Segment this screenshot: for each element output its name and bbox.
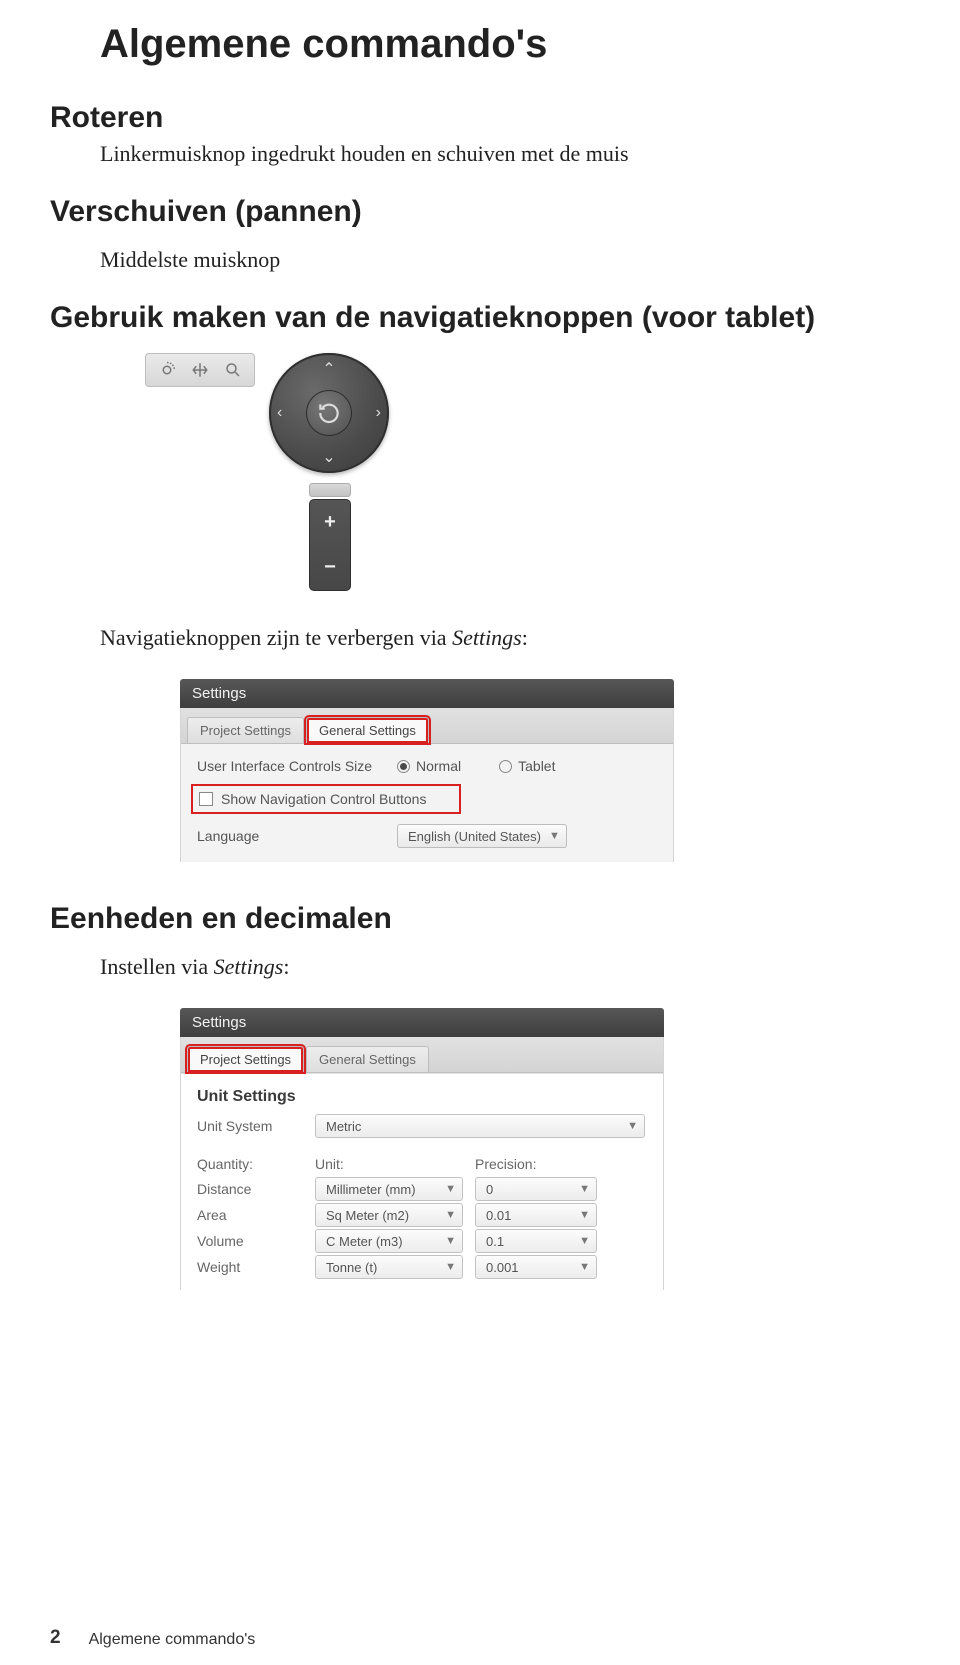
unit-weight-label: Weight bbox=[197, 1259, 315, 1275]
unit-distance-label: Distance bbox=[197, 1181, 315, 1197]
zoom-minus-icon: − bbox=[324, 556, 336, 579]
section-verschuiven-heading: Verschuiven (pannen) bbox=[50, 195, 910, 229]
zoom-slider[interactable]: + − bbox=[309, 499, 351, 591]
unit-system-dropdown[interactable]: Metric▼ bbox=[315, 1114, 645, 1138]
tab-project-settings-2[interactable]: Project Settings bbox=[187, 1046, 304, 1072]
unit-distance-unit-dropdown[interactable]: Millimeter (mm)▼ bbox=[315, 1177, 463, 1201]
ui-controls-size-row: User Interface Controls Size Normal Tabl… bbox=[197, 758, 657, 774]
chevron-down-icon: ▼ bbox=[579, 1235, 590, 1247]
chevron-down-icon: ▼ bbox=[579, 1183, 590, 1195]
settings-panel-title-2: Settings bbox=[180, 1008, 664, 1037]
unit-distance-precision-dropdown[interactable]: 0▼ bbox=[475, 1177, 597, 1201]
unit-row-distance: Distance Millimeter (mm)▼ 0▼ bbox=[181, 1176, 663, 1202]
unit-table-header: Quantity: Unit: Precision: bbox=[181, 1140, 663, 1176]
arrow-down-icon: ⌄ bbox=[322, 447, 335, 467]
unit-weight-unit-dropdown[interactable]: Tonne (t)▼ bbox=[315, 1255, 463, 1279]
col-quantity: Quantity: bbox=[197, 1156, 315, 1172]
col-precision: Precision: bbox=[475, 1156, 536, 1172]
language-row: Language English (United States)▼ bbox=[197, 824, 657, 848]
radio-normal-label: Normal bbox=[416, 758, 461, 774]
col-unit: Unit: bbox=[315, 1156, 475, 1172]
arrow-up-icon: ⌃ bbox=[322, 359, 335, 379]
navigation-controls-illustration: ⌃ ⌄ ‹ › + − bbox=[145, 353, 910, 591]
footer-text: Algemene commando's bbox=[89, 1631, 256, 1649]
show-nav-buttons-row: Show Navigation Control Buttons bbox=[191, 784, 461, 814]
zoom-plus-icon: + bbox=[324, 511, 336, 534]
section-eenheden-text: Instellen via Settings: bbox=[100, 954, 910, 980]
unit-system-label: Unit System bbox=[197, 1118, 315, 1134]
chevron-down-icon: ▼ bbox=[445, 1235, 456, 1247]
unit-weight-precision-dropdown[interactable]: 0.001▼ bbox=[475, 1255, 597, 1279]
unit-system-row: Unit System Metric▼ bbox=[181, 1112, 663, 1140]
settings-tabs-2: Project Settings General Settings bbox=[181, 1037, 663, 1073]
page-title: Algemene commando's bbox=[100, 22, 910, 67]
section-roteren-heading: Roteren bbox=[50, 101, 910, 135]
unit-settings-title: Unit Settings bbox=[181, 1073, 663, 1112]
page-number: 2 bbox=[50, 1627, 61, 1649]
unit-volume-unit-dropdown[interactable]: C Meter (m3)▼ bbox=[315, 1229, 463, 1253]
show-nav-buttons-label: Show Navigation Control Buttons bbox=[221, 791, 426, 807]
settings-panel-units: Settings Project Settings General Settin… bbox=[180, 1008, 910, 1290]
tab-general-settings[interactable]: General Settings bbox=[306, 717, 429, 743]
unit-volume-precision-dropdown[interactable]: 0.1▼ bbox=[475, 1229, 597, 1253]
unit-row-volume: Volume C Meter (m3)▼ 0.1▼ bbox=[181, 1228, 663, 1254]
chevron-down-icon: ▼ bbox=[549, 830, 560, 842]
chevron-down-icon: ▼ bbox=[579, 1261, 590, 1273]
checkbox-show-nav-buttons[interactable] bbox=[199, 792, 213, 806]
settings-tabs: Project Settings General Settings bbox=[181, 708, 673, 744]
unit-volume-label: Volume bbox=[197, 1233, 315, 1249]
tab-general-settings-2[interactable]: General Settings bbox=[306, 1046, 429, 1072]
unit-area-unit-dropdown[interactable]: Sq Meter (m2)▼ bbox=[315, 1203, 463, 1227]
language-label: Language bbox=[197, 828, 397, 844]
arrow-right-icon: › bbox=[376, 404, 381, 422]
pan-icon bbox=[189, 359, 211, 381]
settings-panel-title: Settings bbox=[180, 679, 674, 708]
unit-row-area: Area Sq Meter (m2)▼ 0.01▼ bbox=[181, 1202, 663, 1228]
chevron-down-icon: ▼ bbox=[445, 1261, 456, 1273]
chevron-down-icon: ▼ bbox=[445, 1183, 456, 1195]
navigation-disc[interactable]: ⌃ ⌄ ‹ › bbox=[269, 353, 389, 473]
orbit-center-icon bbox=[306, 390, 352, 436]
unit-area-precision-dropdown[interactable]: 0.01▼ bbox=[475, 1203, 597, 1227]
language-dropdown[interactable]: English (United States)▼ bbox=[397, 824, 567, 848]
chevron-down-icon: ▼ bbox=[445, 1209, 456, 1221]
unit-area-label: Area bbox=[197, 1207, 315, 1223]
section-roteren-text: Linkermuisknop ingedrukt houden en schui… bbox=[100, 141, 910, 167]
orbit-icon bbox=[156, 359, 178, 381]
radio-normal[interactable] bbox=[397, 760, 410, 773]
section-verschuiven-text: Middelste muisknop bbox=[100, 247, 910, 273]
ui-controls-size-label: User Interface Controls Size bbox=[197, 758, 397, 774]
tab-project-settings[interactable]: Project Settings bbox=[187, 717, 304, 743]
radio-tablet[interactable] bbox=[499, 760, 512, 773]
chevron-down-icon: ▼ bbox=[627, 1120, 638, 1132]
nav-mini-toolbar bbox=[145, 353, 255, 387]
page-footer: 2 Algemene commando's bbox=[50, 1627, 255, 1649]
radio-tablet-label: Tablet bbox=[518, 758, 555, 774]
chevron-down-icon: ▼ bbox=[579, 1209, 590, 1221]
navknoppen-hide-text: Navigatieknoppen zijn te verbergen via S… bbox=[100, 625, 910, 651]
settings-panel-general: Settings Project Settings General Settin… bbox=[180, 679, 910, 862]
section-navknoppen-heading: Gebruik maken van de navigatieknoppen (v… bbox=[50, 301, 910, 335]
zoom-icon bbox=[222, 359, 244, 381]
arrow-left-icon: ‹ bbox=[277, 404, 282, 422]
unit-row-weight: Weight Tonne (t)▼ 0.001▼ bbox=[181, 1254, 663, 1280]
section-eenheden-heading: Eenheden en decimalen bbox=[50, 902, 910, 936]
zoom-slider-handle[interactable] bbox=[309, 483, 351, 497]
